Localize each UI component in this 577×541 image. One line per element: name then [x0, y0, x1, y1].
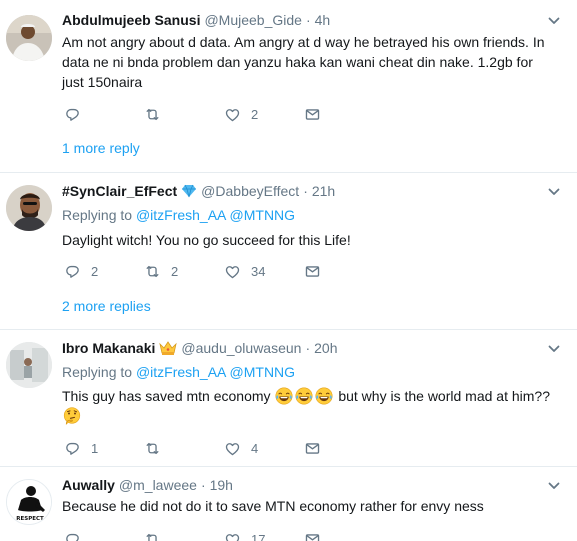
reply-icon	[64, 440, 81, 457]
reply-button[interactable]: 2	[64, 261, 98, 281]
direct-message-button[interactable]	[304, 529, 321, 541]
like-count: 17	[251, 531, 266, 541]
display-name[interactable]: #SynClair_EfFect	[62, 183, 177, 199]
reply-button[interactable]: 1	[64, 438, 98, 458]
direct-message-button[interactable]	[304, 104, 321, 124]
timestamp[interactable]: 19h	[210, 477, 233, 493]
tweet-text: Am not angry about d data. Am angry at d…	[62, 34, 545, 90]
display-name[interactable]: Auwally	[62, 477, 115, 493]
tweet[interactable]: Abdulmujeeb Sanusi @Mujeeb_Gide · 4h Am not…	[0, 0, 577, 172]
thinking-emoji-icon	[63, 407, 81, 425]
tweet-header: Abdulmujeeb Sanusi @Mujeeb_Gide · 4h	[62, 10, 330, 30]
tweet-actions: 17	[62, 529, 362, 541]
direct-message-button[interactable]	[304, 261, 321, 281]
avatar[interactable]	[6, 185, 52, 231]
username[interactable]: @Mujeeb_Gide	[204, 12, 302, 28]
replying-to: Replying to @itzFresh_AA @MTNNG	[62, 362, 295, 382]
chevron-down-icon[interactable]	[547, 342, 561, 356]
separator-dot: ·	[305, 340, 311, 356]
like-count: 34	[251, 263, 266, 279]
mention-link[interactable]: @MTNNG	[230, 364, 296, 380]
avatar[interactable]: RESPECT	[6, 479, 52, 525]
crown-icon	[159, 340, 177, 356]
retweet-icon	[144, 440, 161, 457]
tweet-actions: 2 2 34	[62, 261, 362, 281]
reply-thread: Abdulmujeeb Sanusi @Mujeeb_Gide · 4h Am not…	[0, 0, 577, 541]
mention-link[interactable]: @itzFresh_AA	[136, 207, 226, 223]
like-count: 2	[251, 106, 259, 122]
diamond-icon	[181, 183, 197, 199]
retweet-icon	[144, 106, 161, 123]
tweet-header: Auwally @m_laweee · 19h	[62, 475, 233, 495]
like-button[interactable]: 17	[224, 529, 265, 541]
heart-icon	[224, 263, 241, 280]
heart-icon	[224, 440, 241, 457]
chevron-down-icon[interactable]	[547, 479, 561, 493]
show-more-replies-link[interactable]: 1 more reply	[62, 138, 140, 158]
username[interactable]: @DabbeyEffect	[201, 183, 299, 199]
tweet-header: Ibro Makanaki @audu_oluwaseun · 20h	[62, 338, 338, 358]
tweet-text: This guy has saved mtn economy but why i…	[62, 386, 552, 426]
separator-dot: ·	[303, 183, 308, 199]
reply-button[interactable]	[64, 104, 81, 124]
timestamp[interactable]: 21h	[312, 183, 335, 199]
tweet-text: Daylight witch! You no go succeed for th…	[62, 232, 351, 248]
like-button[interactable]: 34	[224, 261, 265, 281]
reply-button[interactable]	[64, 529, 81, 541]
retweet-icon	[144, 531, 161, 541]
tweet-text-part: but why is the world mad at him??	[338, 388, 550, 404]
avatar-text: RESPECT	[16, 516, 44, 522]
heart-icon	[224, 531, 241, 541]
display-name[interactable]: Ibro Makanaki	[62, 340, 155, 356]
tweet[interactable]: RESPECT Auwally @m_laweee · 19h Because he …	[0, 467, 577, 541]
direct-message-button[interactable]	[304, 438, 321, 458]
display-name[interactable]: Abdulmujeeb Sanusi	[62, 12, 200, 28]
tweet-text: Because he did not do it to save MTN eco…	[62, 498, 484, 514]
reply-icon	[64, 531, 81, 541]
envelope-icon	[304, 440, 321, 457]
retweet-icon	[144, 263, 161, 280]
chevron-down-icon[interactable]	[547, 14, 561, 28]
reply-count: 2	[91, 263, 99, 279]
mention-link[interactable]: @MTNNG	[230, 207, 296, 223]
replying-prefix: Replying to	[62, 207, 133, 223]
replying-to: Replying to @itzFresh_AA @MTNNG	[62, 205, 295, 225]
timestamp[interactable]: 4h	[315, 12, 331, 28]
username[interactable]: @m_laweee	[119, 477, 197, 493]
timestamp[interactable]: 20h	[314, 340, 337, 356]
laughing-emoji-icon	[315, 387, 333, 405]
tweet-actions: 1 4	[62, 438, 362, 458]
tweet-actions: 2	[62, 104, 362, 124]
show-more-replies-link[interactable]: 2 more replies	[62, 296, 151, 316]
reply-icon	[64, 106, 81, 123]
heart-icon	[224, 106, 241, 123]
retweet-count: 2	[171, 263, 179, 279]
replying-prefix: Replying to	[62, 364, 133, 380]
username[interactable]: @audu_oluwaseun	[181, 340, 301, 356]
envelope-icon	[304, 106, 321, 123]
envelope-icon	[304, 263, 321, 280]
reply-count: 1	[91, 440, 99, 456]
laughing-emoji-icon	[275, 387, 293, 405]
laughing-emoji-icon	[295, 387, 313, 405]
retweet-button[interactable]	[144, 529, 161, 541]
separator-dot: ·	[200, 477, 206, 493]
retweet-button[interactable]	[144, 104, 161, 124]
tweet-header: #SynClair_EfFect @DabbeyEffect · 21h	[62, 181, 335, 201]
separator-dot: ·	[305, 12, 311, 28]
like-count: 4	[251, 440, 259, 456]
tweet[interactable]: #SynClair_EfFect @DabbeyEffect · 21h Replyi…	[0, 173, 577, 329]
chevron-down-icon[interactable]	[547, 185, 561, 199]
retweet-button[interactable]	[144, 438, 161, 458]
avatar[interactable]	[6, 342, 52, 388]
retweet-button[interactable]: 2	[144, 261, 178, 281]
avatar[interactable]	[6, 15, 52, 61]
mention-link[interactable]: @itzFresh_AA	[136, 364, 226, 380]
like-button[interactable]: 2	[224, 104, 258, 124]
tweet-text-part: This guy has saved mtn economy	[62, 388, 271, 404]
envelope-icon	[304, 531, 321, 541]
tweet[interactable]: Ibro Makanaki @audu_oluwaseun · 20h Replyin…	[0, 330, 577, 466]
like-button[interactable]: 4	[224, 438, 258, 458]
reply-icon	[64, 263, 81, 280]
